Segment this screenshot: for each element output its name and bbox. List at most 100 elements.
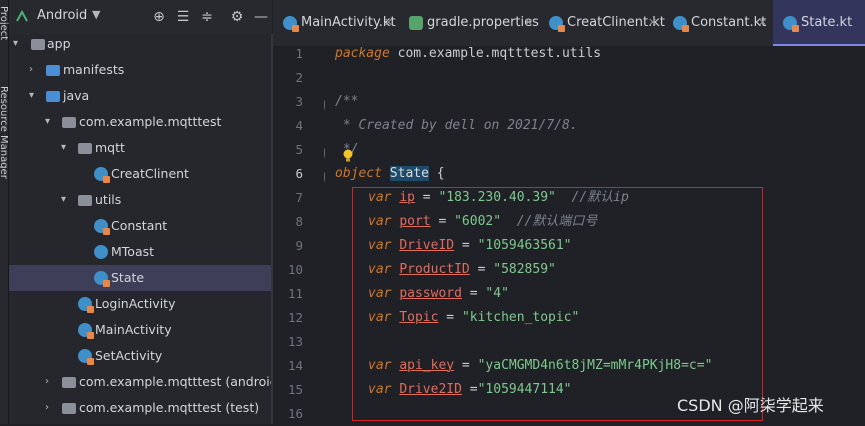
android-view-icon (15, 9, 29, 23)
kotlin-file-icon (94, 271, 110, 287)
package-icon (62, 377, 76, 388)
chevron-right-icon[interactable]: › (29, 63, 39, 77)
tree-label: MainActivity (95, 322, 172, 337)
minimize-icon[interactable]: — (253, 9, 269, 25)
kotlin-file-icon (673, 16, 689, 32)
folder-icon (46, 65, 60, 76)
close-icon[interactable]: ✕ (524, 14, 533, 32)
tree-label: CreatClinent (111, 166, 189, 181)
keyword: object (335, 166, 382, 181)
tree-label: mqtt (95, 140, 125, 155)
chevron-down-icon[interactable]: ▾ (45, 115, 55, 129)
line-number: 12 (287, 310, 303, 325)
project-toolbar: Android ▼ ⊕ ☰ ≑ ⚙ — (9, 0, 272, 34)
watermark: CSDN @阿柒学起来 (677, 396, 824, 415)
editor-tab-bar: MainActivity.kt ✕ gradle.properties ✕ Cr… (273, 0, 865, 47)
tree-label: SetActivity (95, 348, 163, 363)
tab-label: Constant.kt (691, 15, 767, 30)
tree-item-app[interactable]: ▾ app (9, 31, 272, 57)
close-icon[interactable]: ✕ (758, 14, 767, 32)
tab-label: State.kt (801, 15, 853, 30)
line-number: 13 (287, 334, 303, 349)
chevron-right-icon[interactable]: › (45, 375, 55, 389)
line-number: 3 (295, 94, 303, 109)
kotlin-file-icon (94, 219, 110, 235)
tab-mainactivity[interactable]: MainActivity.kt ✕ (273, 0, 399, 46)
line-number: 9 (295, 238, 303, 253)
collapse-all-icon[interactable]: ≑ (199, 9, 215, 25)
tree-item-manifests[interactable]: › manifests (9, 57, 272, 83)
line-number: 4 (295, 118, 303, 133)
expand-all-icon[interactable]: ☰ (175, 9, 191, 25)
close-icon[interactable]: ✕ (648, 14, 657, 32)
tree-item-package-main[interactable]: ▾ com.example.mqtttest (9, 109, 272, 135)
resource-manager-tool-tab[interactable]: Resource Manager (0, 86, 9, 179)
line-number: 11 (287, 286, 303, 301)
tab-state[interactable]: State.kt (773, 0, 865, 46)
chevron-down-icon[interactable]: ▾ (61, 141, 71, 155)
tree-label: LoginActivity (95, 296, 176, 311)
brace: { (428, 166, 445, 181)
tree-item-mqtt[interactable]: ▾ mqtt (9, 135, 272, 161)
tree-item-mtoast[interactable]: MToast (9, 239, 272, 265)
tree-label: manifests (63, 62, 125, 77)
line-number: 2 (295, 70, 303, 85)
tree-item-mainactivity[interactable]: MainActivity (9, 317, 272, 343)
package-icon (78, 143, 92, 154)
line-number: 14 (287, 358, 303, 373)
code-line-6: object State { (335, 162, 445, 186)
chevron-down-icon[interactable]: ▾ (13, 37, 23, 51)
gear-icon[interactable]: ⚙ (229, 9, 245, 25)
close-icon[interactable]: ✕ (384, 14, 393, 32)
module-folder-icon (31, 39, 45, 50)
lightbulb-icon[interactable] (342, 148, 354, 162)
tree-label: app (47, 36, 71, 51)
keyword: package (335, 46, 390, 61)
tree-label: com.example.mqtttest (test) (79, 400, 260, 415)
kotlin-file-icon (783, 16, 799, 32)
package-icon (62, 403, 76, 414)
tab-creatclinent[interactable]: CreatClinent.kt ✕ (539, 0, 665, 46)
folder-icon (46, 91, 60, 102)
line-number: 7 (295, 190, 303, 205)
tab-label: gradle.properties (427, 15, 539, 30)
tree-item-loginactivity[interactable]: LoginActivity (9, 291, 272, 317)
tab-constant[interactable]: Constant.kt ✕ (663, 0, 773, 46)
tree-item-creatclinent[interactable]: CreatClinent (9, 161, 272, 187)
chevron-down-icon[interactable]: ▾ (29, 89, 39, 103)
annotation-highlight-box (352, 187, 763, 421)
tree-item-utils[interactable]: ▾ utils (9, 187, 272, 213)
package-icon (78, 195, 92, 206)
line-number: 10 (287, 262, 303, 277)
tree-item-constant[interactable]: Constant (9, 213, 272, 239)
tree-label: java (63, 88, 90, 103)
kotlin-file-icon (94, 167, 110, 183)
tree-item-package-test[interactable]: › com.example.mqtttest (test) (9, 395, 272, 421)
code-line-1: package com.example.mqtttest.utils (335, 42, 601, 66)
tree-item-java[interactable]: ▾ java (9, 83, 272, 109)
kotlin-file-icon (78, 323, 94, 339)
tree-item-package-androidtest[interactable]: › com.example.mqtttest (androidTest) (9, 369, 307, 395)
package-name: com.example.mqtttest.utils (389, 46, 602, 61)
tab-label: MainActivity.kt (301, 15, 396, 30)
tree-label: State (111, 270, 145, 285)
gradle-icon (409, 16, 423, 30)
tree-label: MToast (111, 244, 155, 259)
line-number: 6 (295, 166, 303, 181)
chevron-right-icon[interactable]: › (45, 401, 55, 415)
locate-icon[interactable]: ⊕ (151, 9, 167, 25)
line-number-gutter: 1 2 3 4 5 6 7 8 9 10 11 12 13 14 15 16 (273, 46, 334, 424)
project-panel: Android ▼ ⊕ ☰ ≑ ⚙ — ▾ app › manifests ▾ … (9, 0, 307, 424)
tool-window-strip: Project Resource Manager (0, 0, 9, 424)
chevron-down-icon[interactable]: ▾ (61, 193, 71, 207)
tree-item-state[interactable]: State (9, 265, 272, 291)
tab-gradle-properties[interactable]: gradle.properties ✕ (399, 0, 539, 46)
code-line-3: /** (335, 94, 359, 109)
tree-label: Constant (111, 218, 168, 233)
view-selector[interactable]: Android (37, 8, 87, 23)
chevron-down-icon[interactable]: ▼ (92, 8, 100, 21)
package-icon (62, 117, 76, 128)
project-tool-tab[interactable]: Project (0, 6, 9, 40)
tree-item-setactivity[interactable]: SetActivity (9, 343, 272, 369)
line-number: 16 (287, 406, 303, 421)
